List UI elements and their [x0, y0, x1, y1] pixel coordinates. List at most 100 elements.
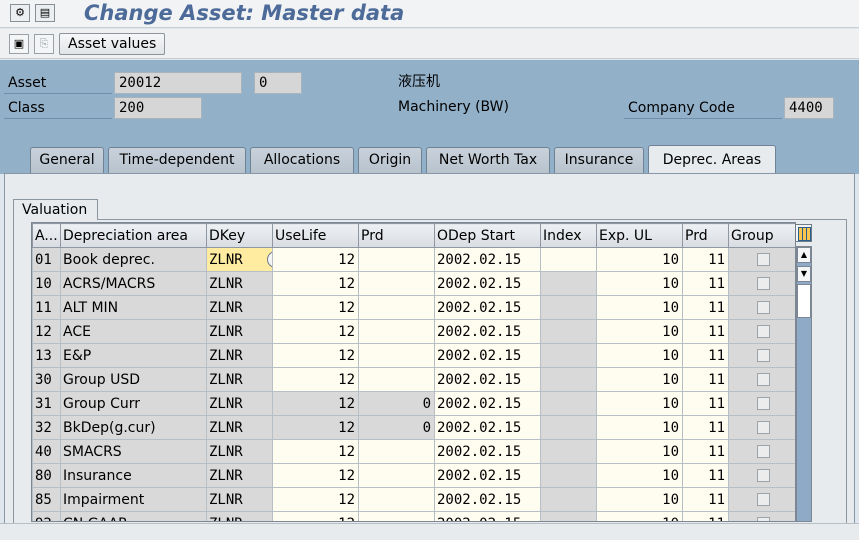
group-checkbox[interactable]	[756, 301, 770, 314]
table-row[interactable]: 80 Insurance ZLNR 12 2002.02.15 10 11	[32, 463, 795, 488]
table-row[interactable]: 32 BkDep(g.cur) ZLNR 12 0 2002.02.15 10 11	[32, 415, 795, 440]
cell-prd-2[interactable]: 11	[682, 295, 729, 320]
group-checkbox[interactable]	[756, 325, 770, 338]
cell-prd-2[interactable]: 11	[682, 415, 729, 440]
group-checkbox[interactable]	[756, 373, 770, 386]
cell-exp-ul[interactable]: 10	[596, 511, 683, 521]
scroll-down-icon[interactable]: ▼	[797, 266, 811, 282]
cell-prd[interactable]: 0	[358, 415, 435, 440]
tab-insurance[interactable]: Insurance	[554, 147, 644, 174]
cell-odep-start[interactable]: 2002.02.15	[434, 247, 541, 272]
cell-dkey[interactable]: ZLNR ⧉	[206, 247, 273, 272]
col-header-prd-2[interactable]: Prd	[682, 223, 729, 248]
cell-exp-ul[interactable]: 10	[596, 295, 683, 320]
asset-subnumber-field[interactable]: 0	[254, 72, 302, 94]
cell-prd[interactable]	[358, 295, 435, 320]
tab-allocations[interactable]: Allocations	[250, 147, 354, 174]
tab-deprec-areas[interactable]: Deprec. Areas	[648, 145, 776, 175]
cell-index[interactable]	[540, 463, 597, 488]
cell-odep-start[interactable]: 2002.02.15	[434, 295, 541, 320]
cell-odep-start[interactable]: 2002.02.15	[434, 343, 541, 368]
cell-odep-start[interactable]: 2002.02.15	[434, 463, 541, 488]
cell-prd[interactable]	[358, 271, 435, 296]
cell-uselife[interactable]: 12	[272, 367, 359, 392]
cell-exp-ul[interactable]: 10	[596, 271, 683, 296]
cell-group[interactable]	[728, 511, 795, 521]
cell-prd[interactable]	[358, 247, 435, 272]
cell-exp-ul[interactable]: 10	[596, 415, 683, 440]
cell-prd-2[interactable]: 11	[682, 511, 729, 521]
col-header-depreciation-area[interactable]: Depreciation area	[60, 223, 207, 248]
cell-group[interactable]	[728, 391, 795, 416]
cell-uselife[interactable]: 12	[272, 487, 359, 512]
cell-dkey[interactable]: ZLNR	[206, 295, 273, 320]
group-checkbox[interactable]	[756, 469, 770, 482]
cell-prd-2[interactable]: 11	[682, 343, 729, 368]
cell-dkey[interactable]: ZLNR	[206, 271, 273, 296]
cell-uselife[interactable]: 12	[272, 319, 359, 344]
cell-uselife[interactable]: 12	[272, 415, 359, 440]
col-header-index[interactable]: Index	[540, 223, 597, 248]
cell-group[interactable]	[728, 247, 795, 272]
cell-group[interactable]	[728, 463, 795, 488]
settings-icon[interactable]: ⚙	[10, 4, 30, 22]
tab-general[interactable]: General	[30, 147, 104, 174]
cell-odep-start[interactable]: 2002.02.15	[434, 439, 541, 464]
cell-odep-start[interactable]: 2002.02.15	[434, 271, 541, 296]
scroll-up-icon[interactable]: ▲	[797, 247, 811, 263]
cell-group[interactable]	[728, 343, 795, 368]
tab-time-dependent[interactable]: Time-dependent	[108, 147, 246, 174]
cell-prd[interactable]	[358, 511, 435, 521]
cell-dkey[interactable]: ZLNR	[206, 391, 273, 416]
table-row[interactable]: 31 Group Curr ZLNR 12 0 2002.02.15 10 11	[32, 391, 795, 416]
cell-dkey[interactable]: ZLNR	[206, 367, 273, 392]
cell-odep-start[interactable]: 2002.02.15	[434, 367, 541, 392]
table-row[interactable]: 40 SMACRS ZLNR 12 2002.02.15 10 11	[32, 439, 795, 464]
table-row[interactable]: 92 CN GAAP ZLNR 12 2002.02.15 10 11	[32, 511, 795, 521]
cell-group[interactable]	[728, 271, 795, 296]
cell-index[interactable]	[540, 415, 597, 440]
cell-dkey[interactable]: ZLNR	[206, 511, 273, 521]
col-header-dkey[interactable]: DKey	[206, 223, 273, 248]
cell-uselife[interactable]: 12	[272, 511, 359, 521]
col-header-group[interactable]: Group	[728, 223, 795, 248]
local-layout-icon[interactable]: ▤	[35, 4, 55, 22]
cell-prd-2[interactable]: 11	[682, 319, 729, 344]
cell-index[interactable]	[540, 319, 597, 344]
cell-exp-ul[interactable]: 10	[596, 343, 683, 368]
cell-dkey[interactable]: ZLNR	[206, 319, 273, 344]
cell-uselife[interactable]: 12	[272, 439, 359, 464]
cell-index[interactable]	[540, 271, 597, 296]
display-icon[interactable]: ▣	[9, 34, 29, 54]
table-row[interactable]: 12 ACE ZLNR 12 2002.02.15 10 11	[32, 319, 795, 344]
col-header-area[interactable]: A...	[32, 223, 61, 248]
class-field[interactable]: 200	[114, 97, 202, 119]
cell-prd-2[interactable]: 11	[682, 247, 729, 272]
cell-exp-ul[interactable]: 10	[596, 247, 683, 272]
group-checkbox[interactable]	[756, 517, 770, 521]
cell-exp-ul[interactable]: 10	[596, 439, 683, 464]
cell-dkey[interactable]: ZLNR	[206, 415, 273, 440]
cell-index[interactable]	[540, 367, 597, 392]
col-header-uselife[interactable]: UseLife	[272, 223, 359, 248]
cell-odep-start[interactable]: 2002.02.15	[434, 415, 541, 440]
cell-prd-2[interactable]: 11	[682, 463, 729, 488]
cell-prd-2[interactable]: 11	[682, 367, 729, 392]
group-checkbox[interactable]	[756, 253, 770, 266]
cell-exp-ul[interactable]: 10	[596, 319, 683, 344]
cell-group[interactable]	[728, 415, 795, 440]
cell-group[interactable]	[728, 319, 795, 344]
cell-group[interactable]	[728, 295, 795, 320]
cell-prd[interactable]	[358, 319, 435, 344]
col-header-odep-start[interactable]: ODep Start	[434, 223, 541, 248]
cell-uselife[interactable]: 12	[272, 247, 359, 272]
asset-number-field[interactable]: 20012	[114, 72, 242, 94]
cell-uselife[interactable]: 12	[272, 271, 359, 296]
cell-index[interactable]	[540, 439, 597, 464]
cell-prd[interactable]	[358, 487, 435, 512]
cell-group[interactable]	[728, 439, 795, 464]
col-header-prd[interactable]: Prd	[358, 223, 435, 248]
value-help-icon[interactable]: ⧉	[267, 251, 272, 268]
asset-values-button[interactable]: Asset values	[59, 33, 166, 55]
cell-index[interactable]	[540, 391, 597, 416]
